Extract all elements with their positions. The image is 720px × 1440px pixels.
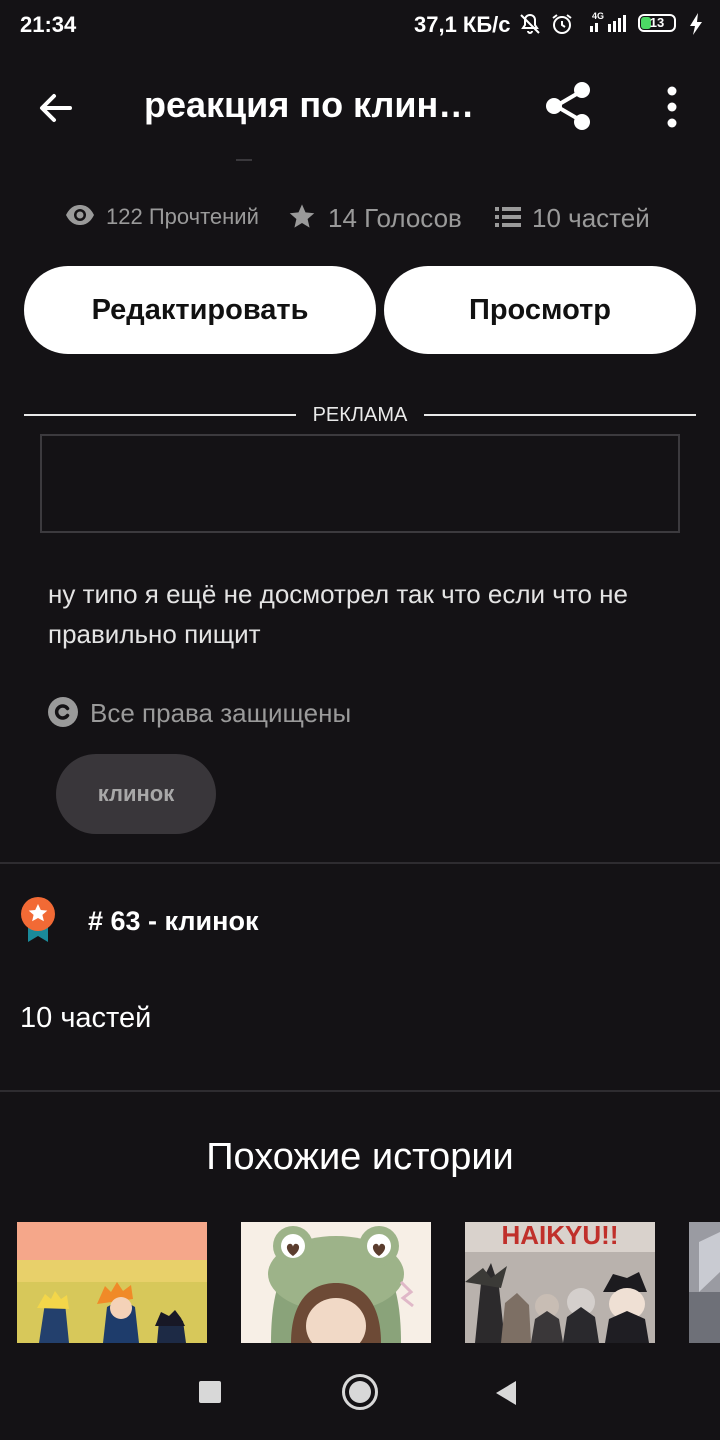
home-icon[interactable]: [340, 1372, 380, 1412]
story-cover-4[interactable]: [689, 1222, 720, 1343]
ad-slot[interactable]: [40, 434, 680, 533]
battery-percent: 13: [649, 15, 665, 30]
copyright-icon: [48, 697, 78, 727]
parts-count-stat: 10 частей: [532, 203, 650, 233]
list-icon: [495, 207, 521, 227]
ad-divider-right: [424, 414, 696, 416]
signal-icon: 4G: [590, 11, 626, 32]
share-icon[interactable]: [540, 78, 596, 134]
story-cover-3[interactable]: HAIKYU!!: [465, 1222, 655, 1343]
story-description: ну типо я ещё не досмотрел так что если …: [48, 579, 628, 649]
divider-stub: [236, 159, 252, 161]
recents-icon[interactable]: [198, 1380, 222, 1404]
ranking-link[interactable]: # 63 - клинок: [88, 906, 258, 937]
app-bar: реакция по клин…: [0, 60, 720, 152]
votes-count: 14 Голосов: [328, 203, 462, 233]
network-speed: 37,1 КБ/с: [414, 12, 511, 37]
charging-icon: [690, 13, 702, 35]
eye-icon: [66, 205, 94, 225]
section-divider: [0, 1090, 720, 1092]
similar-stories-title: Похожие истории: [206, 1136, 514, 1178]
star-icon: [289, 204, 315, 228]
alarm-icon: [552, 14, 572, 34]
mute-bell-icon: [520, 13, 540, 34]
cover-title-text: HAIKYU!!: [502, 1222, 619, 1250]
ad-label: РЕКЛАМА: [312, 404, 408, 426]
ranking-badge-icon: [21, 897, 55, 942]
story-title: реакция по клин…: [144, 84, 475, 125]
system-nav-bar: [0, 1344, 720, 1440]
signal-label: 4G: [592, 11, 604, 21]
story-stats: 122 Прочтений 14 Голосов 10 частей: [0, 190, 720, 246]
parts-list-header[interactable]: 10 частей: [20, 1002, 151, 1035]
status-time: 21:34: [20, 12, 77, 37]
story-cover-1[interactable]: [17, 1222, 207, 1343]
ad-divider-left: [24, 414, 296, 416]
section-divider: [0, 862, 720, 864]
nav-back-icon[interactable]: [494, 1380, 518, 1406]
edit-button[interactable]: Редактировать: [24, 266, 376, 354]
battery-icon: 13: [638, 14, 676, 32]
story-cover-2[interactable]: [241, 1222, 431, 1343]
copyright-text: Все права защищены: [90, 698, 352, 728]
view-button[interactable]: Просмотр: [384, 266, 696, 354]
tag-chip[interactable]: клинок: [56, 754, 216, 834]
reads-count: 122 Прочтений: [106, 204, 259, 229]
more-vert-icon[interactable]: [654, 82, 690, 132]
back-arrow-icon[interactable]: [32, 84, 80, 132]
status-bar: 21:34 37,1 КБ/с 4G 13: [0, 0, 720, 52]
